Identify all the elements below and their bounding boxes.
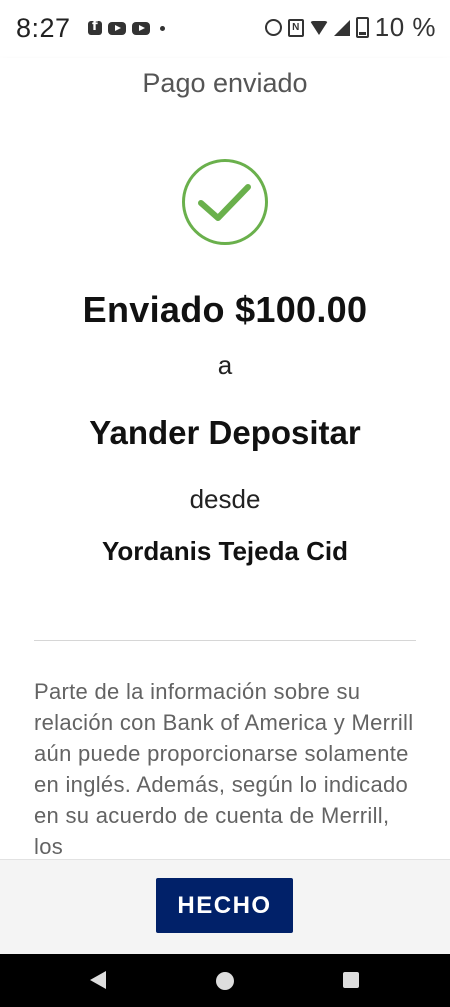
- facebook-icon: [88, 19, 102, 35]
- youtube-icon: [132, 21, 150, 35]
- youtube-icon: [108, 21, 126, 35]
- navigation-bar: [0, 954, 450, 1007]
- done-button[interactable]: HECHO: [156, 878, 293, 933]
- confirmation-content[interactable]: Enviado $100.00 a Yander Depositar desde…: [0, 114, 450, 859]
- status-bar: 8:27 N 10 %: [0, 0, 450, 58]
- signal-icon: [333, 19, 350, 36]
- page-title: Pago enviado: [142, 68, 308, 98]
- home-icon[interactable]: [216, 972, 234, 990]
- amount-headline: Enviado $100.00: [82, 289, 368, 330]
- connector-from: desde: [189, 484, 261, 514]
- battery-icon: [355, 17, 369, 38]
- recipient-name: Yander Depositar: [89, 414, 361, 451]
- alarm-icon: [264, 19, 282, 36]
- screen: 8:27 N 10 % Pago enviado Enviado $100.00…: [0, 0, 450, 1007]
- disclaimer-text: Parte de la información sobre su relació…: [34, 679, 414, 859]
- notification-icons: [88, 19, 165, 35]
- dot-icon: [160, 25, 165, 31]
- app-header: Pago enviado: [0, 58, 450, 114]
- connector-to: a: [217, 350, 233, 380]
- system-icons: N 10 %: [264, 12, 436, 43]
- recents-icon[interactable]: [343, 972, 359, 988]
- sender-name: Yordanis Tejeda Cid: [101, 536, 349, 566]
- status-time: 8:27: [16, 13, 71, 43]
- nfc-icon: N: [287, 18, 304, 37]
- battery-percentage: 10 %: [374, 12, 436, 42]
- success-check-icon: [181, 158, 269, 246]
- divider: [34, 640, 416, 641]
- back-icon[interactable]: [90, 971, 106, 989]
- footer: HECHO: [0, 859, 450, 955]
- wifi-icon: [309, 20, 328, 35]
